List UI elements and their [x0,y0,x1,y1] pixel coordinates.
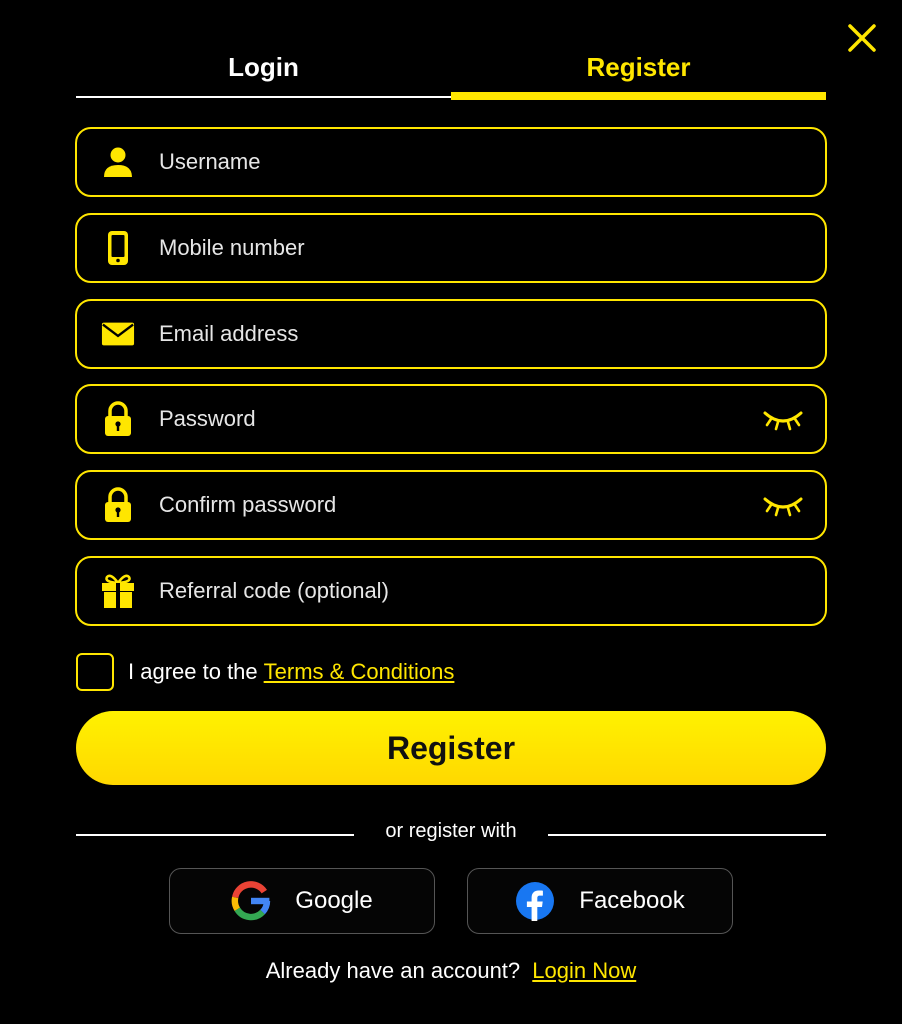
terms-agree-text: I agree to the [128,659,258,684]
register-button[interactable]: Register [76,711,826,785]
terms-link[interactable]: Terms & Conditions [264,659,455,685]
referral-code-field[interactable] [75,556,827,626]
mobile-input[interactable] [159,215,739,281]
close-icon [848,24,876,52]
eye-closed-icon[interactable] [761,405,805,433]
referral-code-input[interactable] [159,558,739,624]
auth-tabs: Login Register [76,44,826,100]
confirm-password-field[interactable] [75,470,827,540]
divider-left [76,834,354,836]
divider-right [548,834,826,836]
username-input[interactable] [159,129,739,195]
phone-icon [101,231,135,265]
email-input[interactable] [159,301,739,367]
tab-login[interactable]: Login [76,44,451,100]
login-prompt: Already have an account? Login Now [0,958,902,984]
social-divider-text: or register with [385,820,517,842]
confirm-password-input[interactable] [159,472,739,538]
eye-closed-icon[interactable] [761,491,805,519]
facebook-label: Facebook [579,887,685,914]
lock-icon [101,487,135,522]
password-field[interactable] [75,384,827,454]
gift-icon [101,574,135,608]
google-icon [231,881,271,921]
lock-icon [101,401,135,436]
tab-register-active-indicator [451,92,826,100]
username-field[interactable] [75,127,827,197]
facebook-icon [515,881,555,921]
tab-login-underline [76,96,452,98]
mobile-field[interactable] [75,213,827,283]
google-signin-button[interactable]: Google [169,868,435,934]
email-field[interactable] [75,299,827,369]
terms-agreement: I agree to the Terms & Conditions [76,652,454,692]
mail-icon [101,317,135,351]
close-button[interactable] [844,20,880,56]
password-input[interactable] [159,386,739,452]
facebook-signin-button[interactable]: Facebook [467,868,733,934]
google-label: Google [295,887,373,914]
terms-checkbox[interactable] [76,653,114,691]
user-icon [101,145,135,179]
login-now-link[interactable]: Login Now [532,958,636,983]
login-prompt-text: Already have an account? [265,958,521,983]
